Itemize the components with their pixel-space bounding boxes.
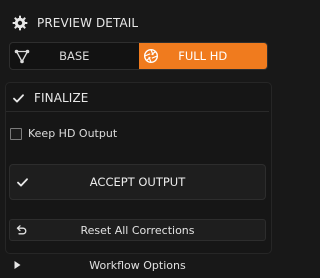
undo-icon — [15, 224, 27, 236]
render-panel: PREVIEW DETAIL BASE FULL HD FINALIZE Kee… — [0, 0, 275, 278]
checkmark-icon — [16, 176, 28, 188]
base-option-label: BASE — [59, 49, 90, 63]
keep-hd-output-checkbox[interactable] — [10, 127, 22, 140]
finalize-header[interactable]: FINALIZE — [12, 89, 88, 107]
play-triangle-icon — [13, 261, 21, 270]
accept-output-label: ACCEPT OUTPUT — [89, 175, 186, 189]
workflow-options-label: Workflow Options — [89, 258, 186, 272]
preview-detail-title: PREVIEW DETAIL — [37, 16, 139, 30]
preview-detail-header[interactable]: PREVIEW DETAIL — [12, 14, 138, 32]
workflow-options-toggle[interactable]: Workflow Options — [0, 254, 275, 276]
base-option-button[interactable]: BASE — [10, 43, 139, 69]
triangle-nodes-icon — [14, 48, 30, 64]
finalize-title: FINALIZE — [34, 91, 89, 105]
aperture-icon — [143, 48, 159, 64]
preview-detail-toggle: BASE FULL HD — [9, 42, 268, 70]
finalize-divider — [6, 111, 269, 112]
keep-hd-output-option[interactable]: Keep HD Output — [10, 127, 117, 140]
accept-output-button[interactable]: ACCEPT OUTPUT — [9, 164, 266, 200]
gear-icon — [12, 15, 28, 31]
full-hd-option-label: FULL HD — [178, 49, 228, 63]
keep-hd-output-label: Keep HD Output — [28, 127, 118, 140]
checkmark-icon — [12, 93, 24, 103]
full-hd-option-button[interactable]: FULL HD — [138, 43, 267, 69]
reset-all-corrections-button[interactable]: Reset All Corrections — [9, 219, 266, 241]
reset-all-corrections-label: Reset All Corrections — [80, 223, 195, 237]
